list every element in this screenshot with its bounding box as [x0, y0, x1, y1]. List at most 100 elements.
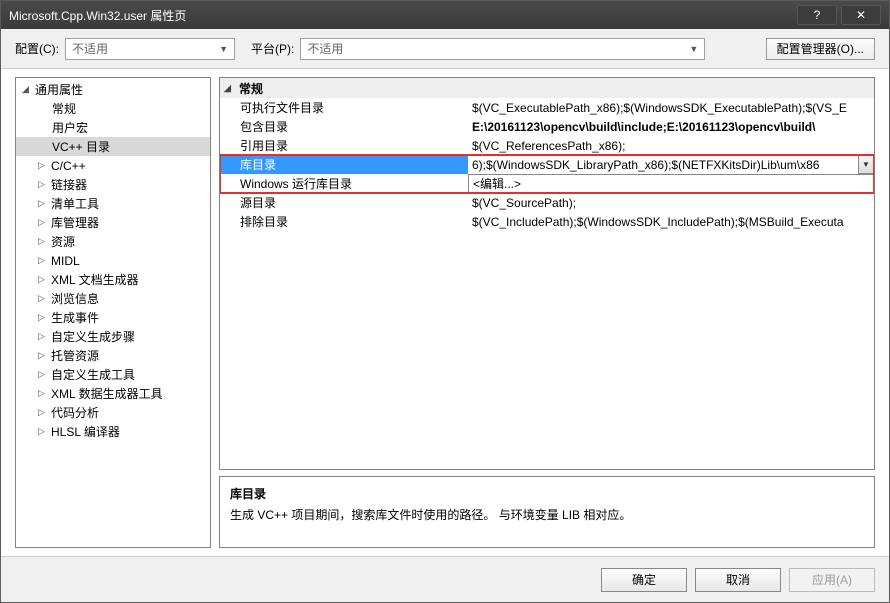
- grid-row-value-text: $(VC_IncludePath);$(WindowsSDK_IncludePa…: [472, 215, 844, 229]
- expand-icon[interactable]: ▷: [36, 388, 47, 399]
- grid-row-value[interactable]: $(VC_ExecutablePath_x86);$(WindowsSDK_Ex…: [468, 98, 874, 117]
- grid-row[interactable]: 库目录 6);$(WindowsSDK_LibraryPath_x86);$(NE…: [220, 155, 874, 174]
- tree-item-label: MIDL: [51, 254, 80, 268]
- cancel-button[interactable]: 取消: [695, 568, 781, 592]
- tree-item[interactable]: VC++ 目录: [16, 137, 210, 156]
- grid-row[interactable]: 引用目录$(VC_ReferencesPath_x86);: [220, 136, 874, 155]
- grid-row-label: 库目录: [220, 155, 468, 174]
- dropdown-button[interactable]: ▼: [858, 155, 874, 174]
- expand-icon[interactable]: ▷: [36, 293, 47, 304]
- tree-item-label: 自定义生成步骤: [51, 328, 135, 345]
- tree-item-label: 清单工具: [51, 195, 99, 212]
- grid-row-value[interactable]: <编辑...>: [468, 174, 874, 193]
- tree-item-label: 常规: [52, 100, 76, 117]
- config-manager-label: 配置管理器(O)...: [777, 40, 864, 57]
- tree-item[interactable]: ▷ 链接器: [16, 175, 210, 194]
- tree-item-label: 用户宏: [52, 119, 88, 136]
- expand-icon[interactable]: ▷: [36, 407, 47, 418]
- tree-item-label: 库管理器: [51, 214, 99, 231]
- config-value: 不适用: [72, 40, 108, 57]
- grid-group-label: 常规: [239, 80, 263, 97]
- description-title: 库目录: [230, 485, 864, 502]
- config-row: 配置(C): 不适用 ▼ 平台(P): 不适用 ▼ 配置管理器(O)...: [1, 29, 889, 69]
- collapse-icon[interactable]: ◢: [224, 83, 235, 94]
- expand-icon[interactable]: ▷: [36, 217, 47, 228]
- grid-box: ◢ 常规 可执行文件目录$(VC_ExecutablePath_x86);$(W…: [219, 77, 875, 470]
- tree-item-label: 托管资源: [51, 347, 99, 364]
- apply-label: 应用(A): [812, 571, 852, 588]
- tree-item[interactable]: ▷ C/C++: [16, 156, 210, 175]
- apply-button[interactable]: 应用(A): [789, 568, 875, 592]
- tree-item-label: C/C++: [51, 159, 86, 173]
- collapse-icon[interactable]: ◢: [20, 84, 31, 95]
- window-buttons: ? ✕: [793, 5, 881, 25]
- config-label: 配置(C):: [15, 40, 59, 57]
- grid-row[interactable]: 包含目录 E:\20161123\opencv\build\include;E:\…: [220, 117, 874, 136]
- grid-row[interactable]: Windows 运行库目录<编辑...>: [220, 174, 874, 193]
- platform-label: 平台(P):: [251, 40, 294, 57]
- grid-row-value[interactable]: E:\20161123\opencv\build\include;E:\2016…: [468, 117, 874, 136]
- config-manager-button[interactable]: 配置管理器(O)...: [766, 38, 875, 60]
- grid-rows: 可执行文件目录$(VC_ExecutablePath_x86);$(Window…: [220, 98, 874, 231]
- tree-item[interactable]: ▷浏览信息: [16, 289, 210, 308]
- config-combo[interactable]: 不适用 ▼: [65, 38, 235, 60]
- tree-item[interactable]: ▷资源: [16, 232, 210, 251]
- tree-item[interactable]: 常规: [16, 99, 210, 118]
- tree-item-label: XML 数据生成器工具: [51, 385, 163, 402]
- tree-item-label: 链接器: [51, 176, 87, 193]
- tree-pane[interactable]: ◢ 通用属性 常规用户宏VC++ 目录▷C/C++▷链接器▷清单工具▷库管理器▷…: [15, 77, 211, 548]
- expand-icon[interactable]: ▷: [36, 369, 47, 380]
- chevron-down-icon: ▼: [219, 44, 228, 54]
- tree-item[interactable]: ▷ 托管资源: [16, 346, 210, 365]
- grid-row[interactable]: 源目录$(VC_SourcePath);: [220, 193, 874, 212]
- grid-row-value[interactable]: $(VC_SourcePath);: [468, 193, 874, 212]
- grid-row-label: 包含目录: [220, 117, 468, 136]
- description-text: 生成 VC++ 项目期间，搜索库文件时使用的路径。 与环境变量 LIB 相对应。: [230, 506, 864, 523]
- tree-item[interactable]: ▷ MIDL: [16, 251, 210, 270]
- grid-row[interactable]: 排除目录$(VC_IncludePath);$(WindowsSDK_Inclu…: [220, 212, 874, 231]
- platform-combo[interactable]: 不适用 ▼: [300, 38, 705, 60]
- tree-root-label: 通用属性: [35, 81, 83, 98]
- grid-row-value-text: $(VC_ExecutablePath_x86);$(WindowsSDK_Ex…: [472, 101, 847, 115]
- tree-item[interactable]: ▷ 自定义生成工具: [16, 365, 210, 384]
- grid-row-value-text: 6);$(WindowsSDK_LibraryPath_x86);$(NETFX…: [472, 158, 819, 172]
- tree-item[interactable]: ▷ 生成事件: [16, 308, 210, 327]
- tree-item[interactable]: ▷ 库管理器: [16, 213, 210, 232]
- tree-item[interactable]: ▷ 清单工具: [16, 194, 210, 213]
- platform-value: 不适用: [307, 40, 343, 57]
- expand-icon[interactable]: ▷: [36, 350, 47, 361]
- tree-item-label: 生成事件: [51, 309, 99, 326]
- grid-group-header[interactable]: ◢ 常规: [220, 78, 874, 98]
- close-button[interactable]: ✕: [841, 5, 881, 25]
- tree-item[interactable]: ▷HLSL 编译器: [16, 422, 210, 441]
- titlebar: Microsoft.Cpp.Win32.user 属性页 ? ✕: [1, 1, 889, 29]
- expand-icon[interactable]: ▷: [36, 179, 47, 190]
- expand-icon[interactable]: ▷: [36, 198, 47, 209]
- tree-root[interactable]: ◢ 通用属性: [16, 80, 210, 99]
- tree-item[interactable]: ▷XML 文档生成器: [16, 270, 210, 289]
- grid-row-value[interactable]: $(VC_ReferencesPath_x86);: [468, 136, 874, 155]
- grid-row[interactable]: 可执行文件目录$(VC_ExecutablePath_x86);$(Window…: [220, 98, 874, 117]
- expand-icon[interactable]: ▷: [36, 426, 47, 437]
- expand-icon[interactable]: ▷: [36, 331, 47, 342]
- expand-icon[interactable]: ▷: [36, 312, 47, 323]
- tree-item[interactable]: ▷ XML 数据生成器工具: [16, 384, 210, 403]
- expand-icon[interactable]: ▷: [36, 274, 47, 285]
- grid-row-value[interactable]: 6);$(WindowsSDK_LibraryPath_x86);$(NETFX…: [468, 155, 874, 174]
- grid-row-label: 引用目录: [220, 136, 468, 155]
- tree-item-label: 自定义生成工具: [51, 366, 135, 383]
- close-icon: ✕: [856, 8, 866, 22]
- grid-row-value-text: E:\20161123\opencv\build\include;E:\2016…: [472, 120, 815, 134]
- tree-item[interactable]: ▷代码分析: [16, 403, 210, 422]
- grid-row-value[interactable]: $(VC_IncludePath);$(WindowsSDK_IncludePa…: [468, 212, 874, 231]
- grid-row-value-text: <编辑...>: [473, 175, 521, 192]
- expand-icon[interactable]: ▷: [36, 160, 47, 171]
- tree-item[interactable]: 用户宏: [16, 118, 210, 137]
- window-title: Microsoft.Cpp.Win32.user 属性页: [9, 7, 793, 24]
- expand-icon[interactable]: ▷: [36, 255, 47, 266]
- help-button[interactable]: ?: [797, 5, 837, 25]
- tree-item[interactable]: ▷ 自定义生成步骤: [16, 327, 210, 346]
- ok-button[interactable]: 确定: [601, 568, 687, 592]
- expand-icon[interactable]: ▷: [36, 236, 47, 247]
- tree-item-label: VC++ 目录: [52, 138, 110, 155]
